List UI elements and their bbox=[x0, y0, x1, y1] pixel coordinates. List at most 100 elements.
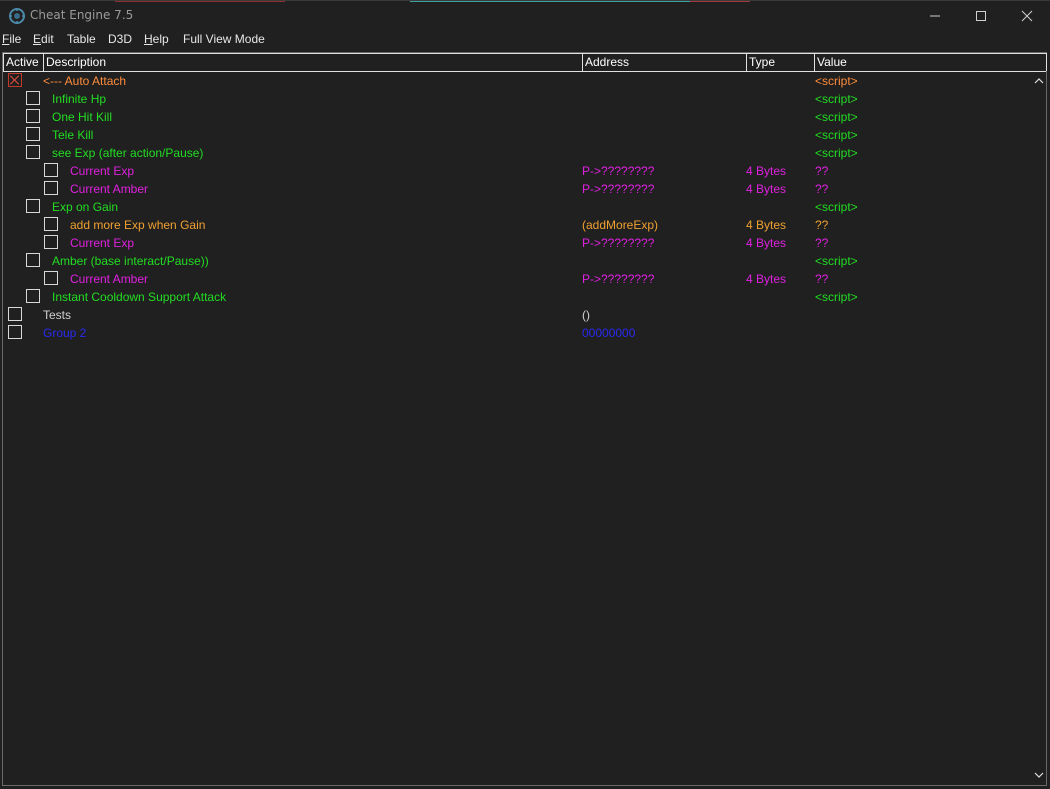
column-header-active[interactable]: Active bbox=[3, 53, 44, 71]
row-value: ?? bbox=[815, 236, 829, 250]
row-description: see Exp (after action/Pause) bbox=[52, 146, 204, 160]
row-description: Current Amber bbox=[70, 182, 149, 196]
table-row[interactable]: add more Exp when Gain (addMoreExp) 4 Byte… bbox=[3, 216, 1033, 234]
row-description: Group 2 bbox=[43, 326, 87, 340]
row-description: Tests bbox=[43, 308, 72, 322]
menu-edit-mnemonic: E bbox=[33, 32, 42, 46]
active-checkbox[interactable] bbox=[44, 217, 58, 231]
row-description: <--- Auto Attach bbox=[43, 74, 127, 88]
row-address: (addMoreExp) bbox=[582, 218, 659, 232]
row-value: ?? bbox=[815, 272, 829, 286]
active-checkbox[interactable] bbox=[44, 163, 58, 177]
menu-full-view-mode-label: Full View Mode bbox=[183, 32, 265, 46]
row-value: <script> bbox=[815, 128, 858, 142]
row-value: <script> bbox=[815, 254, 858, 268]
active-checkbox[interactable] bbox=[26, 127, 40, 141]
active-checkbox[interactable] bbox=[26, 109, 40, 123]
row-value: <script> bbox=[815, 92, 858, 106]
column-header-description[interactable]: Description bbox=[43, 53, 583, 71]
table-row[interactable]: Instant Cooldown Support Attack <script> bbox=[3, 288, 1033, 306]
active-checkbox[interactable] bbox=[8, 307, 22, 321]
row-description: Current Amber bbox=[70, 272, 149, 286]
row-type: 4 Bytes bbox=[746, 272, 787, 286]
menu-help[interactable]: Help bbox=[144, 32, 169, 46]
table-row[interactable]: Current Amber P->???????? 4 Bytes?? bbox=[3, 180, 1033, 198]
active-checkbox[interactable] bbox=[26, 145, 40, 159]
row-description: Instant Cooldown Support Attack bbox=[52, 290, 227, 304]
column-header-address[interactable]: Address bbox=[582, 53, 747, 71]
table-row[interactable]: Group 2 00000000 bbox=[3, 324, 1033, 342]
row-address: () bbox=[582, 308, 590, 322]
menu-file[interactable]: File bbox=[2, 32, 21, 46]
table-row[interactable]: Current Amber P->???????? 4 Bytes?? bbox=[3, 270, 1033, 288]
table-row[interactable]: Current Exp P->???????? 4 Bytes?? bbox=[3, 162, 1033, 180]
menu-edit[interactable]: Edit bbox=[33, 32, 54, 46]
cheat-engine-window: Cheat Engine 7.5 File Edit Table D3D Hel… bbox=[0, 0, 1050, 789]
menu-d3d-label: D3D bbox=[108, 32, 133, 46]
active-checkbox[interactable] bbox=[26, 289, 40, 303]
row-value: <script> bbox=[815, 74, 858, 88]
row-value: <script> bbox=[815, 110, 858, 124]
row-value: ?? bbox=[815, 164, 829, 178]
row-description: Current Exp bbox=[70, 236, 135, 250]
scroll-down-icon[interactable] bbox=[1034, 770, 1044, 780]
row-type: 4 Bytes bbox=[746, 164, 787, 178]
row-value: <script> bbox=[815, 146, 858, 160]
active-checkbox[interactable] bbox=[26, 199, 40, 213]
scroll-up-icon[interactable] bbox=[1034, 76, 1044, 86]
menu-full-view-mode[interactable]: Full View Mode bbox=[183, 32, 265, 46]
row-address: 00000000 bbox=[582, 326, 636, 340]
active-checkbox[interactable] bbox=[8, 73, 22, 87]
row-address: P->???????? bbox=[582, 236, 655, 250]
active-checkbox[interactable] bbox=[26, 253, 40, 267]
row-description: One Hit Kill bbox=[52, 110, 113, 124]
table-row[interactable]: Amber (base interact/Pause)) <script> bbox=[3, 252, 1033, 270]
minimize-button[interactable] bbox=[912, 1, 958, 31]
menu-edit-label: dit bbox=[41, 32, 54, 46]
row-address: P->???????? bbox=[582, 182, 655, 196]
active-checkbox[interactable] bbox=[44, 271, 58, 285]
row-type: 4 Bytes bbox=[746, 182, 787, 196]
row-address: P->???????? bbox=[582, 164, 655, 178]
row-description: Amber (base interact/Pause)) bbox=[52, 254, 209, 268]
menu-help-mnemonic: H bbox=[144, 32, 153, 46]
active-checkbox[interactable] bbox=[44, 235, 58, 249]
table-row[interactable]: Infinite Hp <script> bbox=[3, 90, 1033, 108]
active-checkbox[interactable] bbox=[44, 181, 58, 195]
table-row[interactable]: see Exp (after action/Pause) <script> bbox=[3, 144, 1033, 162]
menu-help-label: elp bbox=[152, 32, 169, 46]
table-row[interactable]: Tele Kill <script> bbox=[3, 126, 1033, 144]
row-description: add more Exp when Gain bbox=[70, 218, 206, 232]
title-accent-red-2 bbox=[690, 1, 750, 2]
cheat-table: Active Description Address Type Value <-… bbox=[2, 52, 1047, 786]
title-bar[interactable]: Cheat Engine 7.5 bbox=[0, 0, 1050, 30]
row-description: Tele Kill bbox=[52, 128, 94, 142]
menu-d3d[interactable]: D3D bbox=[108, 32, 132, 46]
column-header-type[interactable]: Type bbox=[746, 53, 815, 71]
title-accent-teal bbox=[410, 1, 690, 2]
row-description: Exp on Gain bbox=[52, 200, 119, 214]
table-header: Active Description Address Type Value bbox=[3, 53, 1047, 72]
close-button[interactable] bbox=[1004, 1, 1050, 31]
table-row[interactable]: Exp on Gain <script> bbox=[3, 198, 1033, 216]
menu-table[interactable]: Table bbox=[67, 32, 96, 46]
table-row[interactable]: <--- Auto Attach <script> bbox=[3, 72, 1033, 90]
active-checkbox[interactable] bbox=[26, 91, 40, 105]
row-type: 4 Bytes bbox=[746, 218, 787, 232]
vertical-scrollbar[interactable] bbox=[1032, 72, 1046, 784]
maximize-icon bbox=[976, 11, 986, 21]
row-type: 4 Bytes bbox=[746, 236, 787, 250]
minimize-icon bbox=[930, 15, 940, 17]
row-value: ?? bbox=[815, 182, 829, 196]
maximize-button[interactable] bbox=[958, 1, 1004, 31]
row-description: Current Exp bbox=[70, 164, 135, 178]
table-row[interactable]: Current Exp P->???????? 4 Bytes?? bbox=[3, 234, 1033, 252]
column-header-value[interactable]: Value bbox=[814, 53, 1047, 71]
title-accent-red bbox=[115, 1, 285, 2]
active-checkbox[interactable] bbox=[8, 325, 22, 339]
cheat-engine-icon bbox=[9, 8, 25, 24]
row-value: ?? bbox=[815, 218, 829, 232]
table-row[interactable]: One Hit Kill <script> bbox=[3, 108, 1033, 126]
table-row[interactable]: Tests () bbox=[3, 306, 1033, 324]
close-icon bbox=[1021, 10, 1033, 22]
